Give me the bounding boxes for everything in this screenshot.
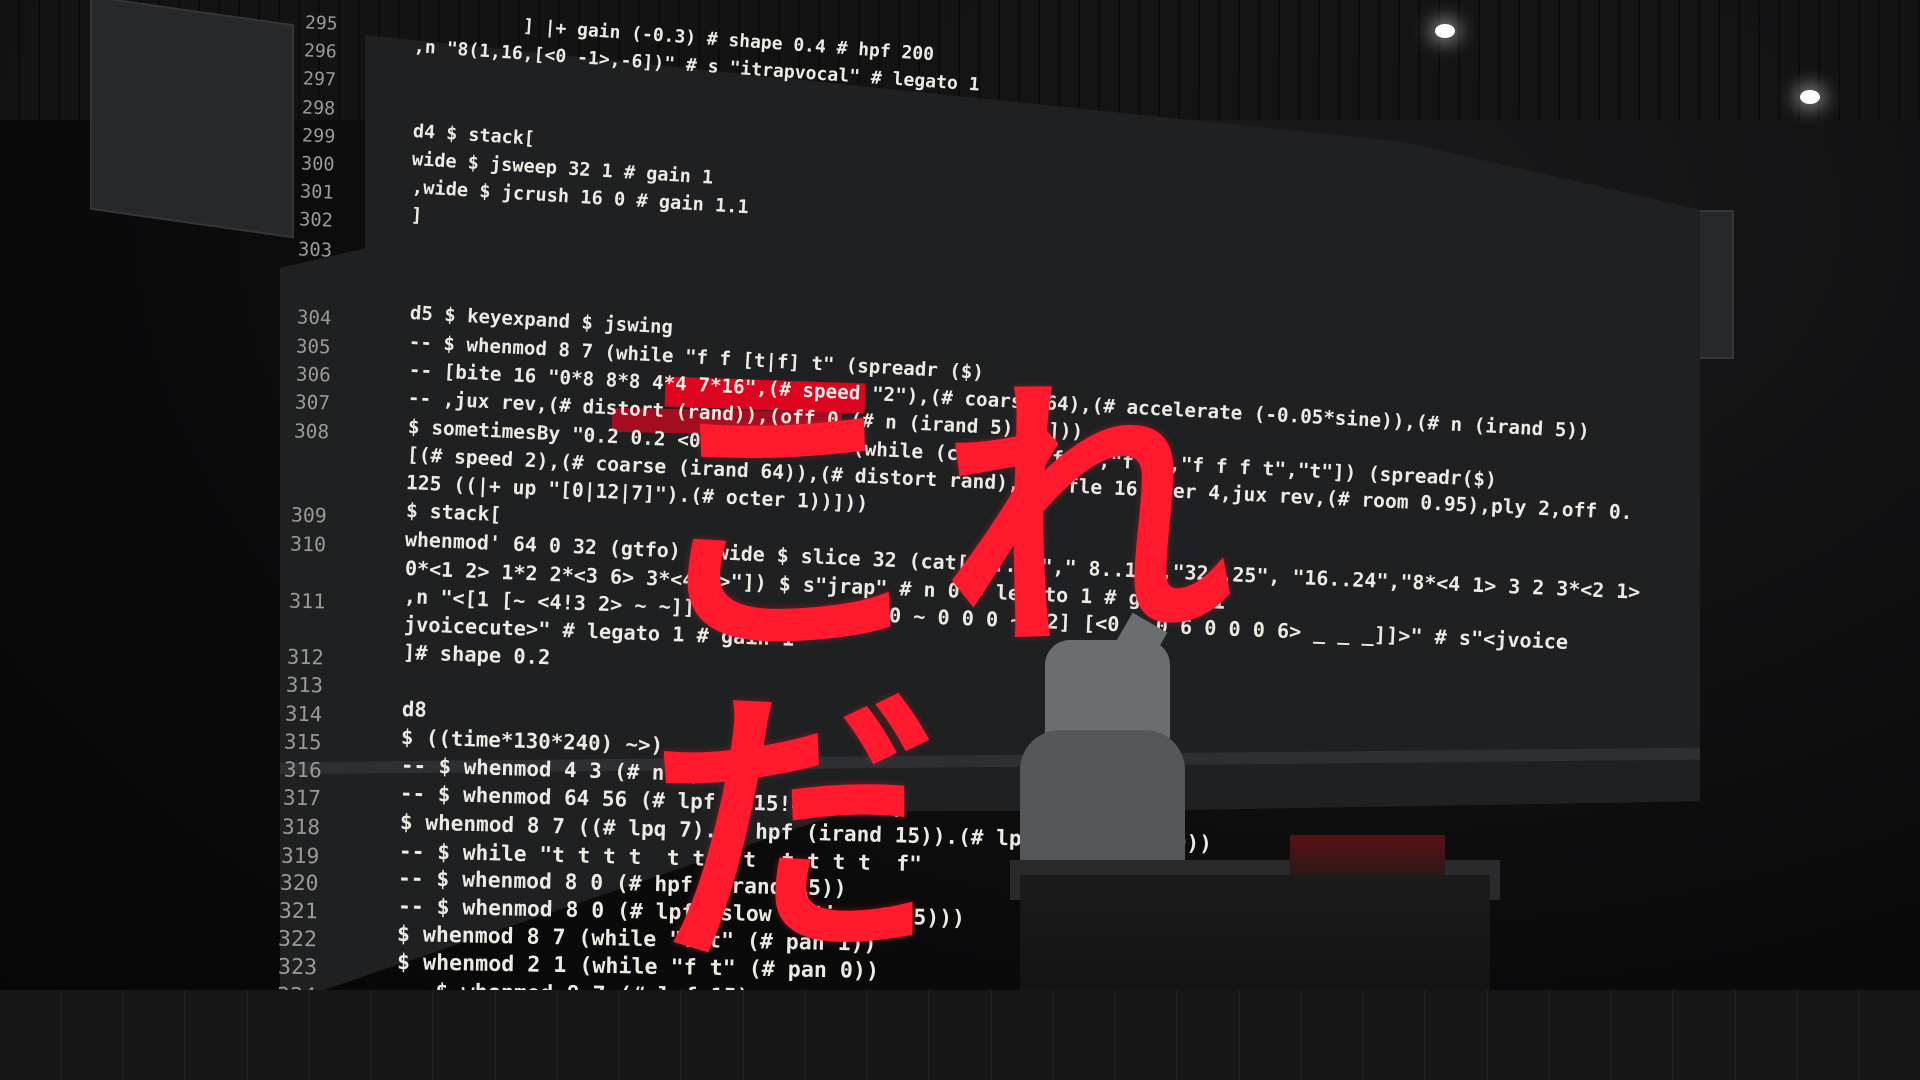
line-number: 310 bbox=[290, 531, 327, 557]
line-number: 303 bbox=[297, 238, 333, 262]
line-number: 314 bbox=[285, 701, 323, 726]
line-number: 298 bbox=[302, 96, 336, 120]
line-number: 308 bbox=[293, 419, 330, 444]
line-number: 302 bbox=[298, 209, 334, 232]
line-number: 321 bbox=[279, 898, 319, 925]
line-number: 306 bbox=[295, 362, 331, 387]
line-number: 301 bbox=[299, 181, 334, 204]
line-number: 319 bbox=[280, 842, 320, 868]
line-number: 304 bbox=[296, 306, 332, 330]
line-number: 320 bbox=[279, 870, 319, 897]
line-number: 295 bbox=[304, 12, 338, 35]
handwritten-overlay-text: これだ bbox=[634, 345, 1246, 1004]
code-line: d4 $ stack[ bbox=[412, 120, 536, 150]
line-number: 316 bbox=[283, 757, 322, 783]
line-number: 311 bbox=[288, 588, 326, 614]
line-number: 323 bbox=[277, 955, 317, 981]
line-number: 307 bbox=[294, 390, 331, 415]
line-number: 305 bbox=[296, 334, 332, 359]
floor bbox=[0, 990, 1920, 1080]
line-number: 318 bbox=[281, 814, 321, 840]
code-line: ] bbox=[410, 205, 423, 228]
line-number: 313 bbox=[285, 673, 324, 698]
code-line: d8 bbox=[401, 696, 428, 722]
code-line: $ ((time*130*240) ~>) bbox=[400, 724, 664, 758]
line-number: 312 bbox=[286, 644, 325, 670]
vr-stage-scene: 295 ] |+ gain (-0.3) # shape 0.4 # hpf 2… bbox=[0, 0, 1920, 1080]
line-number: 300 bbox=[300, 153, 335, 176]
line-number: 317 bbox=[282, 785, 321, 811]
line-number: 322 bbox=[278, 926, 318, 953]
line-number: 299 bbox=[301, 125, 336, 148]
code-line: ]# shape 0.2 bbox=[402, 640, 551, 670]
line-number: 309 bbox=[290, 503, 328, 528]
line-number: 296 bbox=[303, 40, 338, 63]
code-line: $ stack[ bbox=[405, 499, 502, 527]
line-number: 297 bbox=[302, 68, 337, 92]
line-number: 315 bbox=[284, 729, 323, 755]
